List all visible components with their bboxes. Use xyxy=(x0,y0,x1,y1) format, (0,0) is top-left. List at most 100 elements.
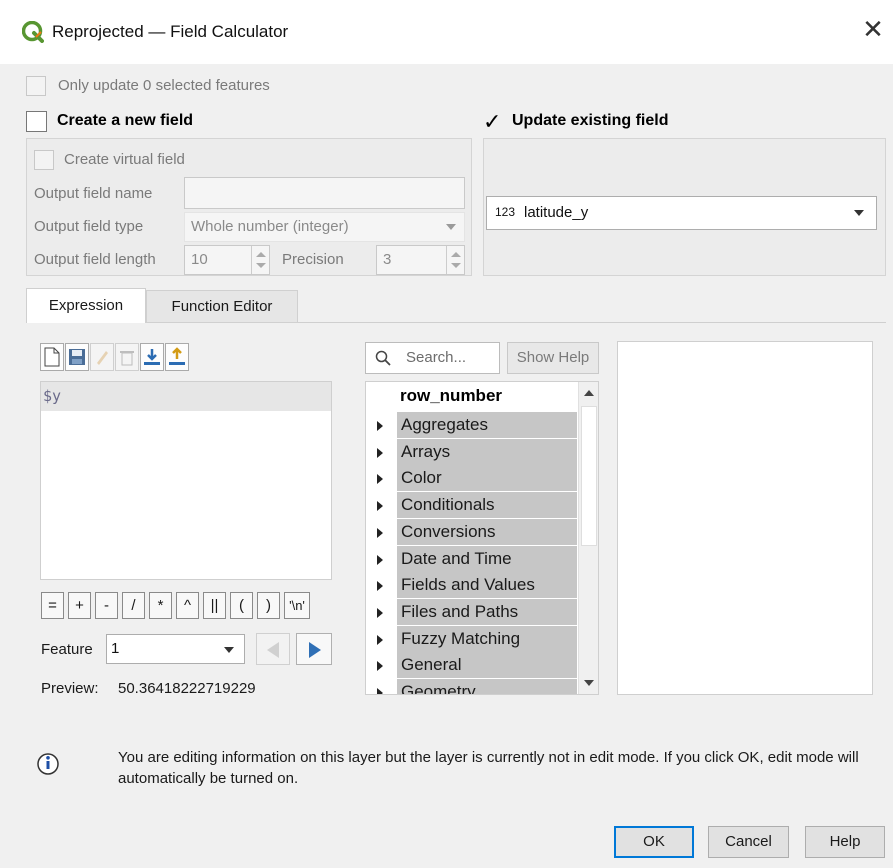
previous-feature-button[interactable] xyxy=(256,633,290,665)
function-group-item[interactable]: Date and Time xyxy=(366,545,578,573)
function-group-item[interactable]: Color xyxy=(366,465,578,492)
expand-arrow-icon[interactable] xyxy=(377,474,383,485)
next-feature-button[interactable] xyxy=(296,633,332,665)
operator-power-button[interactable]: ^ xyxy=(176,592,199,619)
function-group-item[interactable]: Fuzzy Matching xyxy=(366,625,578,653)
feature-value: 1 xyxy=(111,640,120,657)
expression-toolbar xyxy=(40,343,189,371)
precision-spinbox[interactable]: 3 xyxy=(376,245,465,275)
operator-equals-button[interactable]: = xyxy=(41,592,64,619)
operator-open-paren-button[interactable]: ( xyxy=(230,592,253,619)
info-message: You are editing information on this laye… xyxy=(118,749,859,787)
checkbox-box xyxy=(26,111,47,132)
new-file-icon[interactable] xyxy=(40,343,64,371)
spin-arrows-icon[interactable] xyxy=(446,246,464,274)
expand-arrow-icon[interactable] xyxy=(377,688,383,694)
function-group-label: Geometry xyxy=(397,679,577,694)
chevron-down-icon xyxy=(854,210,864,216)
window-title: Reprojected — Field Calculator xyxy=(52,22,289,41)
precision-label: Precision xyxy=(282,251,344,268)
only-update-selected-label: Only update 0 selected features xyxy=(58,77,270,94)
function-group-item[interactable]: Conditionals xyxy=(366,492,578,519)
feature-label: Feature xyxy=(41,641,93,658)
expression-editor[interactable]: $y xyxy=(40,381,332,580)
chevron-down-icon xyxy=(224,647,234,653)
expand-arrow-icon[interactable] xyxy=(377,501,383,512)
triangle-left-icon xyxy=(267,642,279,658)
checkbox-box xyxy=(26,76,46,96)
search-icon xyxy=(375,350,391,366)
expand-arrow-icon[interactable] xyxy=(377,607,383,618)
function-group-label: Fields and Values xyxy=(397,572,577,599)
function-list-scrollbar[interactable] xyxy=(578,382,598,694)
feature-select[interactable]: 1 xyxy=(106,634,245,664)
existing-field-select[interactable]: 123 latitude_y xyxy=(486,196,877,230)
ok-button[interactable]: OK xyxy=(614,826,694,858)
operator-close-paren-button[interactable]: ) xyxy=(257,592,280,619)
help-button[interactable]: Help xyxy=(805,826,885,858)
function-group-item[interactable]: Fields and Values xyxy=(366,572,578,599)
function-group-item[interactable]: General xyxy=(366,652,578,679)
function-list[interactable]: row_number Aggregates Arrays Color Conditio… xyxy=(365,381,599,695)
function-group-label: Fuzzy Matching xyxy=(397,625,577,652)
checkbox-box xyxy=(34,150,54,170)
function-group-label: Arrays xyxy=(397,438,577,465)
function-group-item[interactable]: Arrays xyxy=(366,438,578,466)
expression-text: $y xyxy=(43,387,62,405)
chevron-down-icon xyxy=(446,224,456,230)
expand-arrow-icon[interactable] xyxy=(377,527,383,538)
triangle-right-icon xyxy=(309,642,321,658)
operator-divide-button[interactable]: / xyxy=(122,592,145,619)
tab-expression[interactable]: Expression xyxy=(26,288,146,324)
operator-plus-button[interactable]: + xyxy=(68,592,91,619)
close-icon[interactable]: ✕ xyxy=(858,14,888,44)
expand-arrow-icon[interactable] xyxy=(377,581,383,592)
import-icon[interactable] xyxy=(140,343,164,371)
function-group-item[interactable]: Files and Paths xyxy=(366,598,578,626)
expand-arrow-icon[interactable] xyxy=(377,634,383,645)
current-line-highlight xyxy=(41,382,331,411)
qgis-logo-icon xyxy=(22,21,44,43)
expand-arrow-icon[interactable] xyxy=(377,554,383,565)
function-group-label: Color xyxy=(397,465,577,492)
operator-multiply-button[interactable]: * xyxy=(149,592,172,619)
scroll-down-icon[interactable] xyxy=(584,680,594,686)
update-existing-checkbox[interactable]: ✓ xyxy=(483,111,505,133)
edit-icon[interactable] xyxy=(90,343,114,371)
search-placeholder: Search... xyxy=(406,349,467,366)
output-field-type-select[interactable]: Whole number (integer) xyxy=(184,212,465,242)
scroll-up-icon[interactable] xyxy=(584,390,594,396)
info-icon xyxy=(37,753,59,775)
help-panel xyxy=(617,341,873,695)
function-item-row-number[interactable]: row_number xyxy=(400,386,502,406)
function-group-label: Conversions xyxy=(397,518,577,545)
create-new-field-checkbox[interactable] xyxy=(26,111,47,132)
show-help-button[interactable]: Show Help xyxy=(507,342,599,374)
output-field-length-spinbox[interactable]: 10 xyxy=(184,245,270,275)
save-icon[interactable] xyxy=(65,343,89,371)
function-group-label: Aggregates xyxy=(397,412,577,438)
only-update-selected-checkbox[interactable] xyxy=(26,76,46,96)
function-group-item[interactable]: Geometry xyxy=(366,679,578,694)
function-group-item[interactable]: Conversions xyxy=(366,518,578,546)
spin-arrows-icon[interactable] xyxy=(251,246,269,274)
preview-label: Preview: xyxy=(41,680,99,697)
expand-arrow-icon[interactable] xyxy=(377,661,383,672)
function-group-label: Conditionals xyxy=(397,492,577,519)
delete-icon[interactable] xyxy=(115,343,139,371)
export-icon[interactable] xyxy=(165,343,189,371)
tab-function-editor[interactable]: Function Editor xyxy=(146,290,298,323)
output-field-name-input[interactable] xyxy=(184,177,465,209)
operator-newline-button[interactable]: '\n' xyxy=(284,592,310,619)
function-group-item[interactable]: Aggregates xyxy=(366,412,578,439)
expand-arrow-icon[interactable] xyxy=(377,421,383,431)
precision-value: 3 xyxy=(383,251,392,268)
cancel-button[interactable]: Cancel xyxy=(708,826,789,858)
search-input[interactable]: Search... xyxy=(365,342,500,374)
output-field-length-value: 10 xyxy=(191,251,208,268)
operator-minus-button[interactable]: - xyxy=(95,592,118,619)
scrollbar-thumb[interactable] xyxy=(581,406,597,546)
expand-arrow-icon[interactable] xyxy=(377,447,383,458)
create-virtual-field-checkbox[interactable] xyxy=(34,150,54,170)
operator-concat-button[interactable]: || xyxy=(203,592,226,619)
